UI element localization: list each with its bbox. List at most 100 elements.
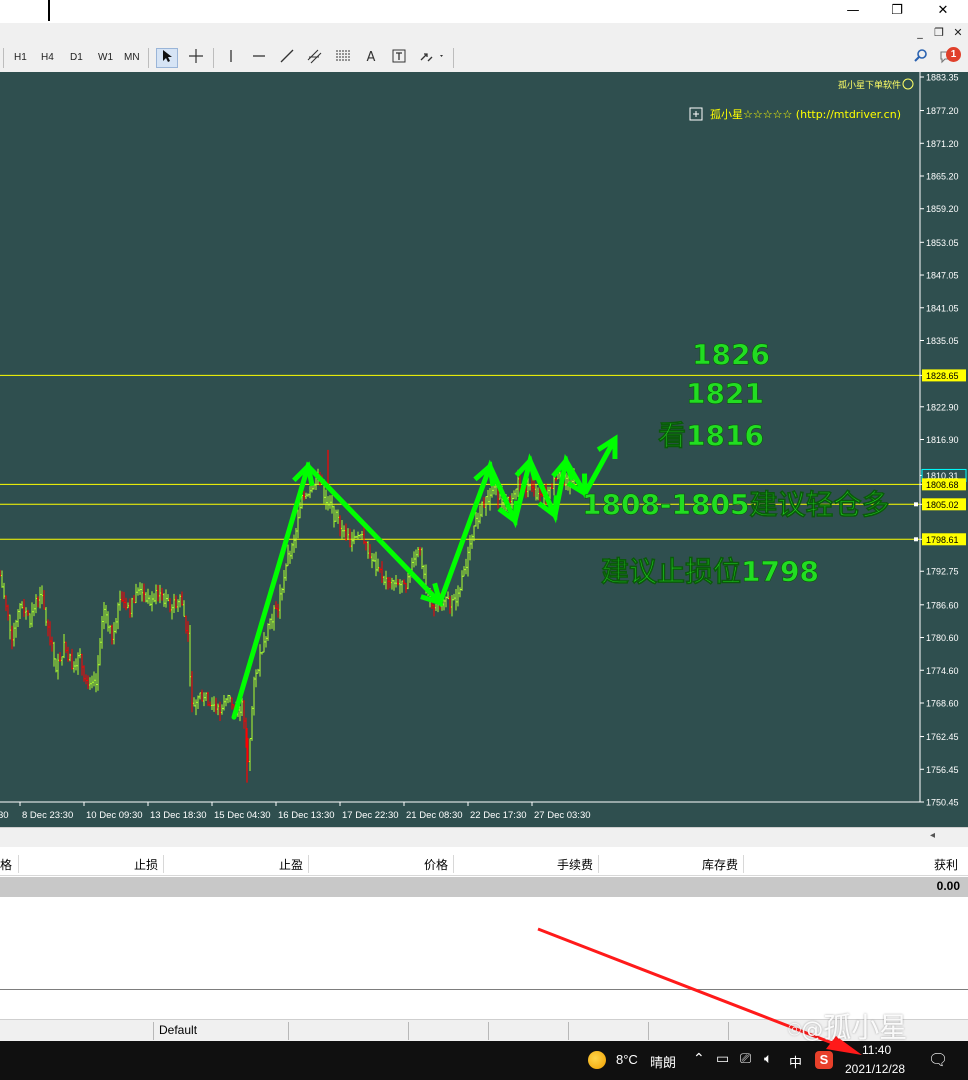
mdi-controls-row: _ ❐ ✕ <box>0 23 968 45</box>
x-tick-label: 30 <box>0 810 9 821</box>
status-divider <box>408 1022 409 1040</box>
col-header-take-profit[interactable]: 止盈 <box>279 856 303 873</box>
stop-loss-label: 建议止损位1798 <box>601 555 819 588</box>
toolbar-separator <box>213 48 214 68</box>
scroll-left-icon[interactable]: ◂ <box>930 830 935 841</box>
horizontal-line-tool-icon[interactable] <box>248 48 270 68</box>
text-cursor <box>48 0 50 21</box>
toolbar-separator <box>453 48 454 68</box>
x-tick-label: 27 Dec 03:30 <box>534 810 591 821</box>
chevron-up-icon[interactable]: ⌃ <box>693 1051 705 1067</box>
timeframe-h1-button[interactable]: H1 <box>12 50 29 66</box>
y-tick-label: 1792.75 <box>926 567 959 577</box>
y-tick-label: 1762.45 <box>926 732 959 742</box>
y-tick-label: 1805.02 <box>926 500 959 510</box>
y-tick-label: 1877.20 <box>926 106 959 116</box>
x-tick-label: 10 Dec 09:30 <box>86 810 143 821</box>
smiley-icon <box>902 78 914 90</box>
entry-zone-label: 1808-1805建议轻仓多 <box>582 488 889 521</box>
search-icon[interactable] <box>910 48 932 68</box>
total-profit-value: 0.00 <box>936 879 960 893</box>
title-bar: — ❐ ✕ <box>0 0 968 23</box>
x-tick-label: 15 Dec 04:30 <box>214 810 271 821</box>
col-header-swap[interactable]: 库存费 <box>702 856 738 873</box>
y-tick-label: 1786.60 <box>926 600 959 610</box>
weather-condition[interactable]: 晴朗 <box>650 1052 676 1071</box>
volume-icon[interactable]: 🔈︎ <box>764 1051 772 1067</box>
battery-icon[interactable]: ▭ <box>716 1051 729 1067</box>
status-divider <box>288 1022 289 1040</box>
sogou-ime-icon[interactable]: S <box>815 1051 833 1069</box>
status-divider <box>568 1022 569 1040</box>
timeframe-w1-button[interactable]: W1 <box>96 50 115 66</box>
profile-name[interactable]: Default <box>159 1023 197 1037</box>
timeframe-d1-button[interactable]: D1 <box>68 50 85 66</box>
child-minimize-button[interactable]: _ <box>912 25 928 41</box>
vertical-line-tool-icon[interactable] <box>220 48 242 68</box>
target-label-1821: 1821 <box>686 377 764 410</box>
timeframe-mn-button[interactable]: MN <box>122 50 142 66</box>
equidistant-channel-tool-icon[interactable] <box>304 48 326 68</box>
chart-canvas[interactable]: 1883.35 1877.20 1871.20 1865.20 1859.20 1853.… <box>0 72 968 827</box>
x-tick-label: 21 Dec 08:30 <box>406 810 463 821</box>
trendline-tool-icon[interactable] <box>276 48 298 68</box>
column-divider <box>453 855 454 873</box>
status-divider <box>153 1022 154 1040</box>
y-tick-label: 1774.60 <box>926 666 959 676</box>
price-chart[interactable]: 1883.35 1877.20 1871.20 1865.20 1859.20 1853.… <box>0 72 968 827</box>
notification-badge[interactable]: 1 <box>946 47 961 62</box>
status-divider <box>648 1022 649 1040</box>
chart-scrollbar[interactable]: ◂ <box>0 827 968 848</box>
column-divider <box>743 855 744 873</box>
ea-label: 孤小星☆☆☆☆☆ (http://mtdriver.cn) <box>710 108 901 121</box>
terminal-header-row: 格 止损 止盈 价格 手续费 库存费 获利 <box>0 853 968 876</box>
y-tick-label: 1756.45 <box>926 765 959 775</box>
fibonacci-tool-icon[interactable] <box>332 48 354 68</box>
text-label-tool-icon[interactable] <box>388 48 410 68</box>
close-button[interactable]: ✕ <box>920 0 966 22</box>
child-close-button[interactable]: ✕ <box>950 25 966 41</box>
arrows-dropdown-icon[interactable] <box>416 48 448 68</box>
column-divider <box>18 855 19 873</box>
x-tick-label: 8 Dec 23:30 <box>22 810 73 821</box>
status-divider <box>728 1022 729 1040</box>
y-tick-label: 1780.60 <box>926 633 959 643</box>
y-tick-label: 1871.20 <box>926 139 959 149</box>
watermark-text: 孤小星 <box>823 1011 908 1044</box>
col-header-stop-loss[interactable]: 止损 <box>134 856 158 873</box>
plus-icon <box>693 111 699 117</box>
crosshair-tool-icon[interactable] <box>185 48 207 68</box>
clock-date[interactable]: 2021/12/28 <box>845 1062 905 1076</box>
ime-indicator[interactable]: 中 <box>789 1052 802 1071</box>
restore-button[interactable]: ❐ <box>874 0 920 22</box>
text-tool-icon[interactable]: A <box>360 48 382 68</box>
ea-name-label: 孤小星下单软件 <box>838 79 901 91</box>
y-tick-label: 1883.35 <box>926 73 959 83</box>
y-tick-label: 1808.68 <box>926 480 959 490</box>
column-divider <box>308 855 309 873</box>
weather-sun-icon[interactable] <box>588 1051 606 1069</box>
y-tick-label: 1750.45 <box>926 798 959 808</box>
col-header-commission[interactable]: 手续费 <box>557 856 593 873</box>
y-tick-label: 1768.60 <box>926 698 959 708</box>
x-tick-label: 17 Dec 22:30 <box>342 810 399 821</box>
x-tick-label: 22 Dec 17:30 <box>470 810 527 821</box>
child-restore-button[interactable]: ❐ <box>931 25 947 41</box>
timeframe-h4-button[interactable]: H4 <box>39 50 56 66</box>
col-header-price[interactable]: 价格 <box>424 856 448 873</box>
col-header-profit[interactable]: 获利 <box>934 856 958 873</box>
y-tick-label: 1828.65 <box>926 371 959 381</box>
y-tick-label: 1853.05 <box>926 238 959 248</box>
col-header-price-open[interactable]: 格 <box>0 856 12 873</box>
x-tick-label: 13 Dec 18:30 <box>150 810 207 821</box>
minimize-button[interactable]: — <box>830 0 876 22</box>
target-label-1826: 1826 <box>692 338 770 371</box>
weather-temperature[interactable]: 8°C <box>616 1052 638 1067</box>
weibo-icon: ⌾@ <box>788 1018 824 1043</box>
cursor-tool-icon[interactable] <box>156 48 178 68</box>
notification-center-icon[interactable]: 🗨︎ <box>928 1050 948 1069</box>
level-marker <box>914 502 918 507</box>
status-divider <box>488 1022 489 1040</box>
y-tick-label: 1841.05 <box>926 303 959 313</box>
network-icon[interactable]: ⎚ <box>740 1051 751 1067</box>
